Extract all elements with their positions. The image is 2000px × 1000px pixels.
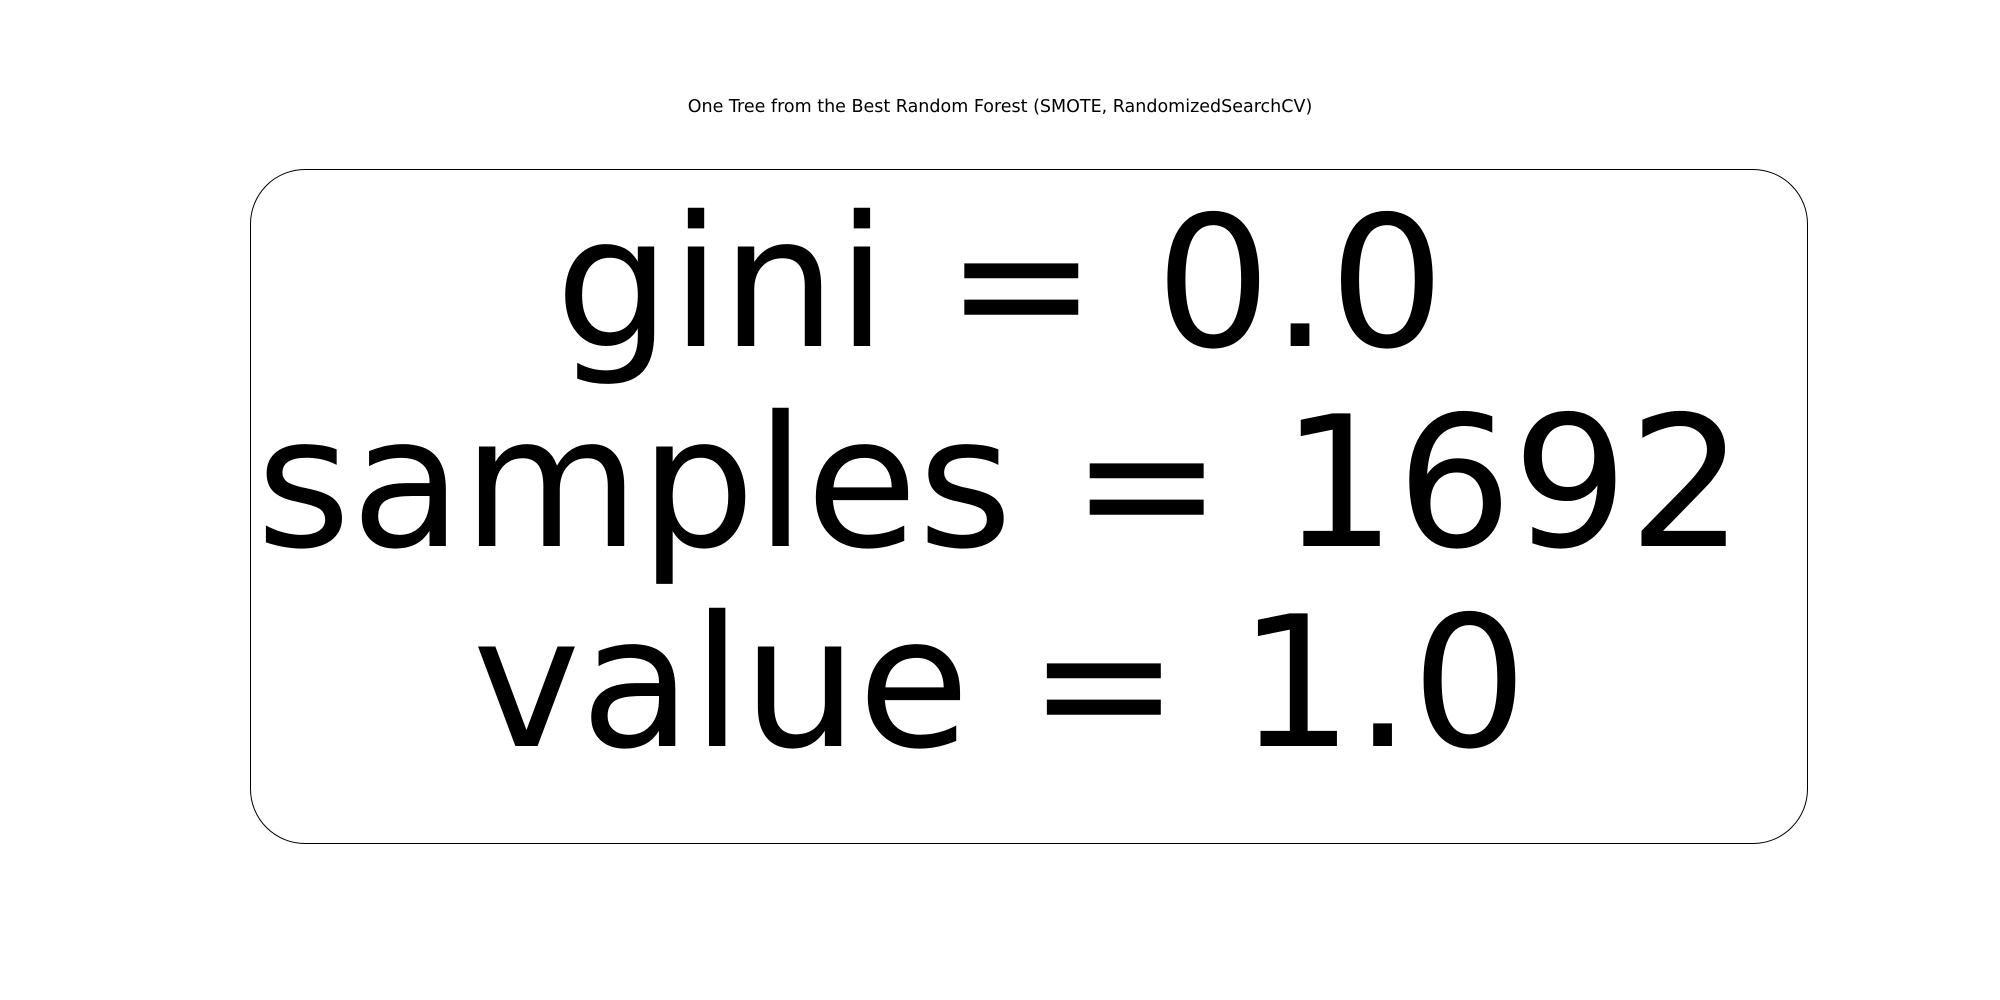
node-samples-label: samples = 1692 (256, 377, 1744, 589)
figure-title: One Tree from the Best Random Forest (SM… (687, 97, 1313, 117)
node-gini-label: gini = 0.0 (555, 177, 1445, 389)
node-value-label: value = 1.0 (472, 577, 1528, 789)
